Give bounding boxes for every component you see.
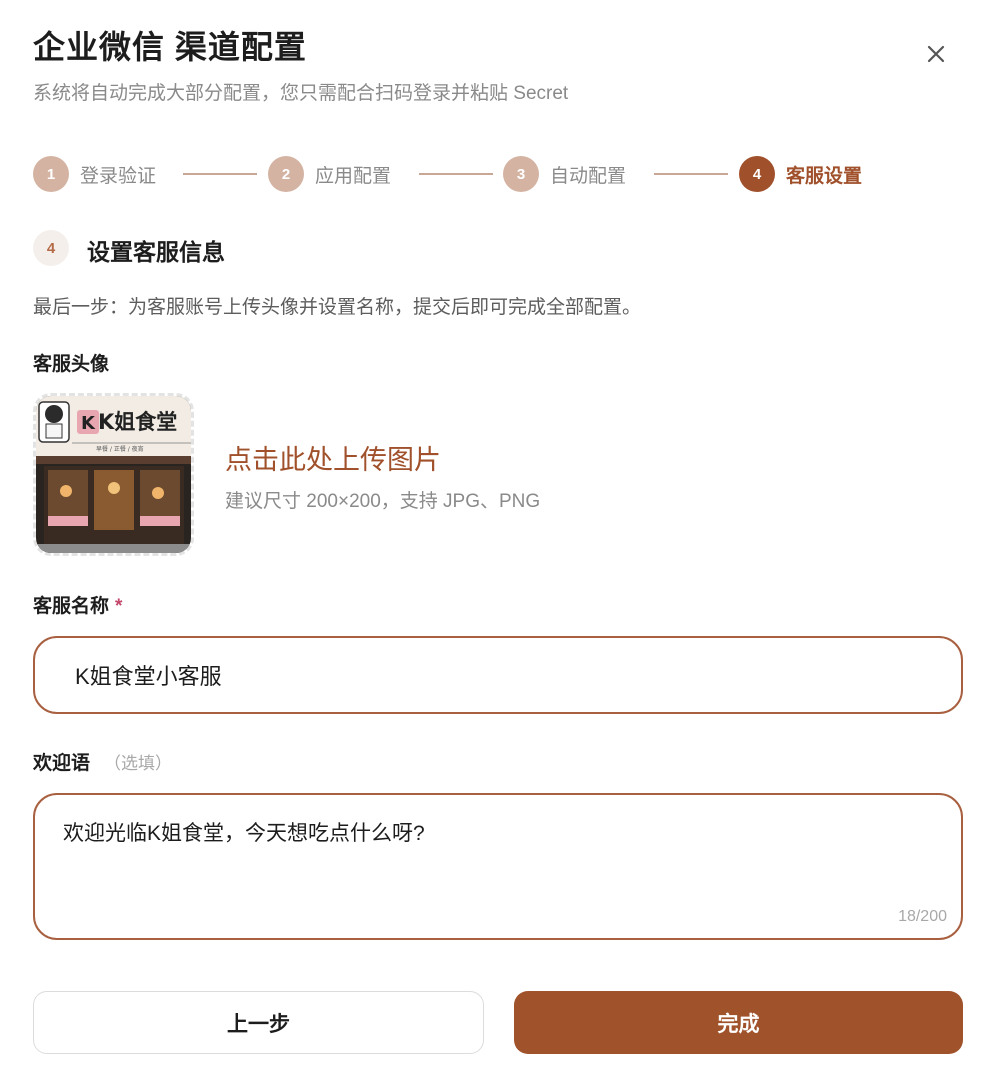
step-label: 客服设置 <box>786 165 863 187</box>
upload-link[interactable]: 点击此处上传图片 <box>225 438 441 477</box>
step-connector <box>183 173 257 175</box>
step-label: 登录验证 <box>80 165 157 187</box>
step-number: 4 <box>739 156 775 192</box>
step-label: 自动配置 <box>550 165 627 187</box>
welcome-label-text: 欢迎语 <box>33 753 91 774</box>
page-title: 企业微信 渠道配置 <box>33 29 307 65</box>
name-field-label: 客服名称 * <box>33 591 122 618</box>
step-number: 2 <box>268 156 304 192</box>
svg-text:K: K <box>81 413 96 434</box>
welcome-message-value: 欢迎光临K姐食堂，今天想吃点什么呀? <box>63 822 425 845</box>
step-label: 应用配置 <box>315 165 392 187</box>
service-name-value: K姐食堂小客服 <box>75 664 222 689</box>
service-name-input[interactable]: K姐食堂小客服 <box>33 636 963 714</box>
avatar-upload[interactable]: K K姐食堂 早餐 / 正餐 / 夜宵 <box>33 393 194 556</box>
step-login[interactable]: 1 登录验证 <box>33 155 156 193</box>
avatar-label: 客服头像 <box>33 354 110 375</box>
name-label-text: 客服名称 <box>33 596 110 617</box>
section-title: 设置客服信息 <box>87 239 225 265</box>
required-mark: * <box>115 596 123 617</box>
step-service-settings[interactable]: 4 客服设置 <box>739 155 862 193</box>
welcome-field-label: 欢迎语 （选填） <box>33 748 172 775</box>
section-number-badge: 4 <box>33 230 69 266</box>
storefront-sub-text: 早餐 / 正餐 / 夜宵 <box>96 445 144 453</box>
step-number: 3 <box>503 156 539 192</box>
welcome-message-textarea[interactable]: 欢迎光临K姐食堂，今天想吃点什么呀? 18/200 <box>33 793 963 940</box>
storefront-image: K K姐食堂 早餐 / 正餐 / 夜宵 <box>36 396 191 553</box>
step-connector <box>419 173 493 175</box>
prev-step-button[interactable]: 上一步 <box>33 991 484 1054</box>
section-description: 最后一步：为客服账号上传头像并设置名称，提交后即可完成全部配置。 <box>33 297 642 318</box>
step-app-config[interactable]: 2 应用配置 <box>268 155 391 193</box>
page-subtitle: 系统将自动完成大部分配置，您只需配合扫码登录并粘贴 Secret <box>33 83 569 104</box>
optional-note: （选填） <box>104 754 173 773</box>
step-auto-config[interactable]: 3 自动配置 <box>503 155 626 193</box>
upload-hint: 建议尺寸 200×200，支持 JPG、PNG <box>225 491 541 512</box>
step-connector <box>654 173 728 175</box>
stepper: 1 登录验证 2 应用配置 3 自动配置 4 客服设置 <box>33 155 873 193</box>
char-counter: 18/200 <box>898 908 947 925</box>
step-number: 1 <box>33 156 69 192</box>
close-icon[interactable] <box>921 39 951 69</box>
storefront-sign-text: K姐食堂 <box>98 410 177 434</box>
finish-button[interactable]: 完成 <box>514 991 963 1054</box>
